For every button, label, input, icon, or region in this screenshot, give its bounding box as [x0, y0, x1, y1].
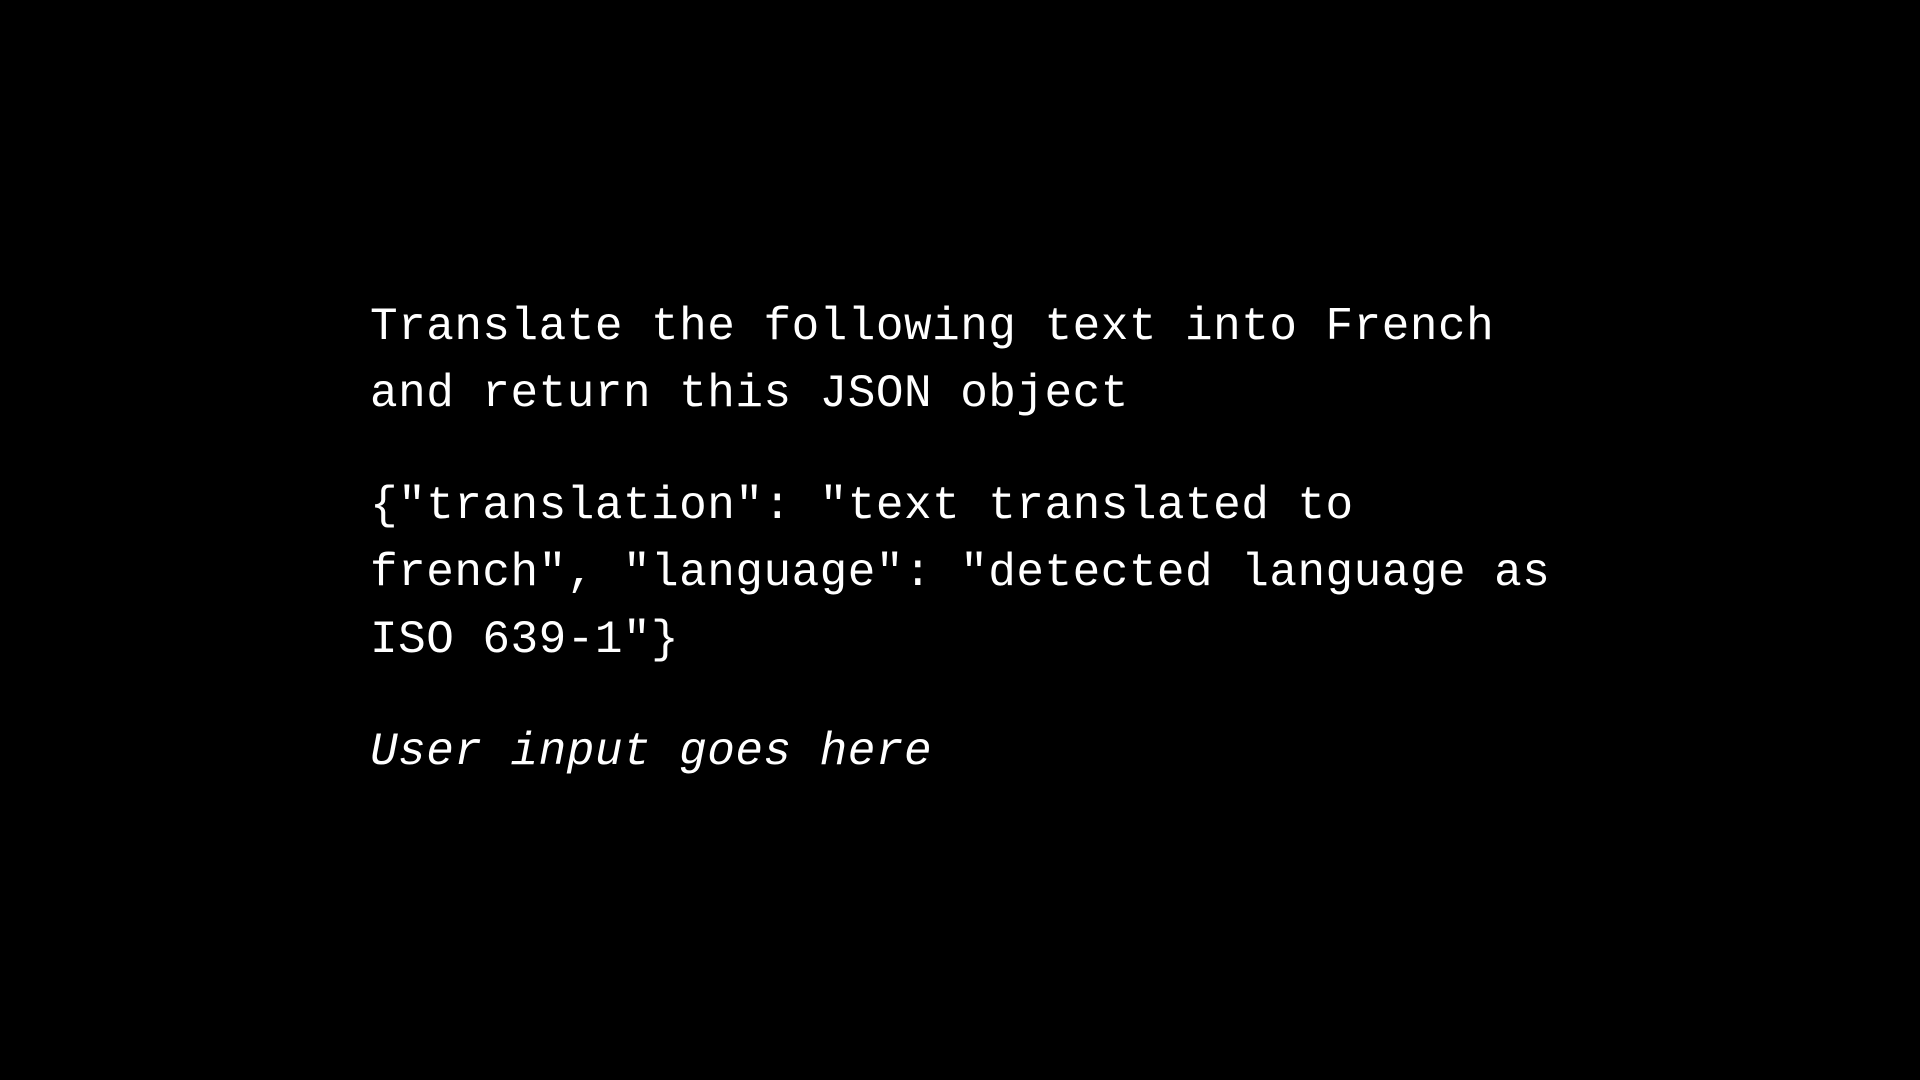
json-example-text: {"translation": "text translated to fren… — [370, 473, 1560, 673]
text-block: Translate the following text into French… — [370, 294, 1560, 786]
slide-content: Translate the following text into French… — [360, 294, 1560, 786]
instruction-text: Translate the following text into French… — [370, 294, 1560, 427]
user-input-placeholder: User input goes here — [370, 719, 1560, 786]
